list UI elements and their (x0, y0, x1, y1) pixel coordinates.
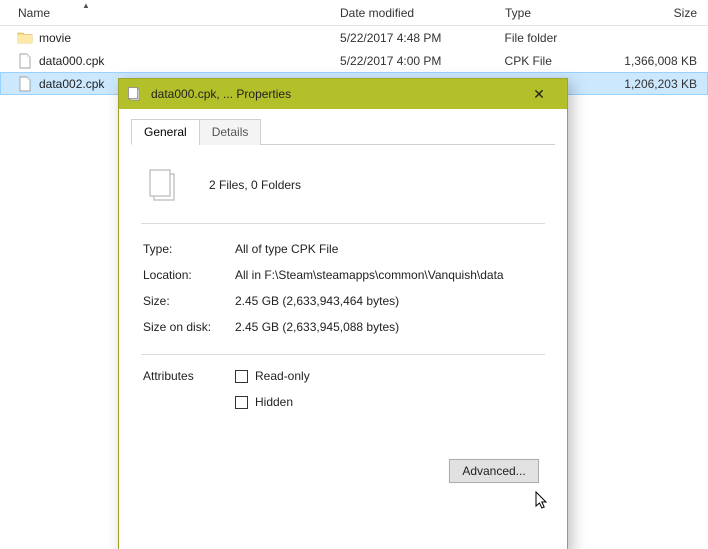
column-header-type-label: Type (505, 6, 531, 20)
folder-icon (17, 30, 33, 46)
summary-text: 2 Files, 0 Folders (209, 178, 301, 192)
column-header-name[interactable]: Name ▲ (0, 2, 330, 24)
column-header-date-label: Date modified (340, 6, 414, 20)
advanced-button[interactable]: Advanced... (449, 459, 539, 483)
readonly-checkbox-row[interactable]: Read-only (235, 369, 543, 383)
cursor-icon (535, 491, 551, 511)
tab-details-label: Details (212, 125, 249, 139)
list-item[interactable]: data000.cpk 5/22/2017 4:00 PM CPK File 1… (0, 49, 708, 72)
tab-general[interactable]: General (131, 119, 200, 145)
list-item[interactable]: movie 5/22/2017 4:48 PM File folder (0, 26, 708, 49)
sort-ascending-icon: ▲ (82, 1, 90, 10)
close-icon: ✕ (533, 86, 545, 103)
tab-general-label: General (144, 125, 187, 139)
column-header-size-label: Size (674, 6, 697, 20)
column-header-date[interactable]: Date modified (330, 2, 495, 24)
file-name: movie (39, 31, 71, 45)
size-on-disk-label: Size on disk: (143, 320, 235, 334)
hidden-checkbox-row[interactable]: Hidden (235, 395, 543, 409)
type-label: Type: (143, 242, 235, 256)
hidden-label: Hidden (255, 395, 293, 409)
dialog-title: data000.cpk, ... Properties (151, 87, 517, 101)
column-header-name-label: Name (18, 6, 50, 20)
column-header-row: Name ▲ Date modified Type Size (0, 0, 708, 26)
location-label: Location: (143, 268, 235, 282)
type-value: All of type CPK File (235, 242, 543, 256)
file-name: data002.cpk (39, 77, 104, 91)
dialog-titlebar[interactable]: data000.cpk, ... Properties ✕ (119, 79, 567, 109)
file-size: 1,206,203 KB (599, 77, 707, 91)
advanced-button-label: Advanced... (462, 464, 525, 478)
checkbox-icon (235, 370, 248, 383)
file-type: CPK File (495, 54, 600, 68)
tab-details[interactable]: Details (199, 119, 262, 145)
file-date: 5/22/2017 4:48 PM (330, 31, 495, 45)
column-header-size[interactable]: Size (600, 2, 708, 24)
location-value: All in F:\Steam\steamapps\common\Vanquis… (235, 268, 543, 282)
tabstrip: General Details (131, 119, 555, 145)
size-on-disk-value: 2.45 GB (2,633,945,088 bytes) (235, 320, 543, 334)
file-size: 1,366,008 KB (599, 54, 707, 68)
file-date: 5/22/2017 4:00 PM (330, 54, 495, 68)
file-name: data000.cpk (39, 54, 104, 68)
document-stack-icon (127, 86, 143, 102)
size-value: 2.45 GB (2,633,943,464 bytes) (235, 294, 543, 308)
attributes-label: Attributes (143, 369, 235, 409)
file-type: File folder (495, 31, 600, 45)
readonly-label: Read-only (255, 369, 310, 383)
close-button[interactable]: ✕ (517, 80, 561, 108)
general-panel: 2 Files, 0 Folders Type: All of type CPK… (131, 145, 555, 433)
file-icon (17, 53, 33, 69)
checkbox-icon (235, 396, 248, 409)
size-label: Size: (143, 294, 235, 308)
column-header-type[interactable]: Type (495, 2, 600, 24)
file-icon (17, 76, 33, 92)
properties-dialog: data000.cpk, ... Properties ✕ General De… (118, 78, 568, 549)
document-stack-icon (143, 165, 183, 205)
